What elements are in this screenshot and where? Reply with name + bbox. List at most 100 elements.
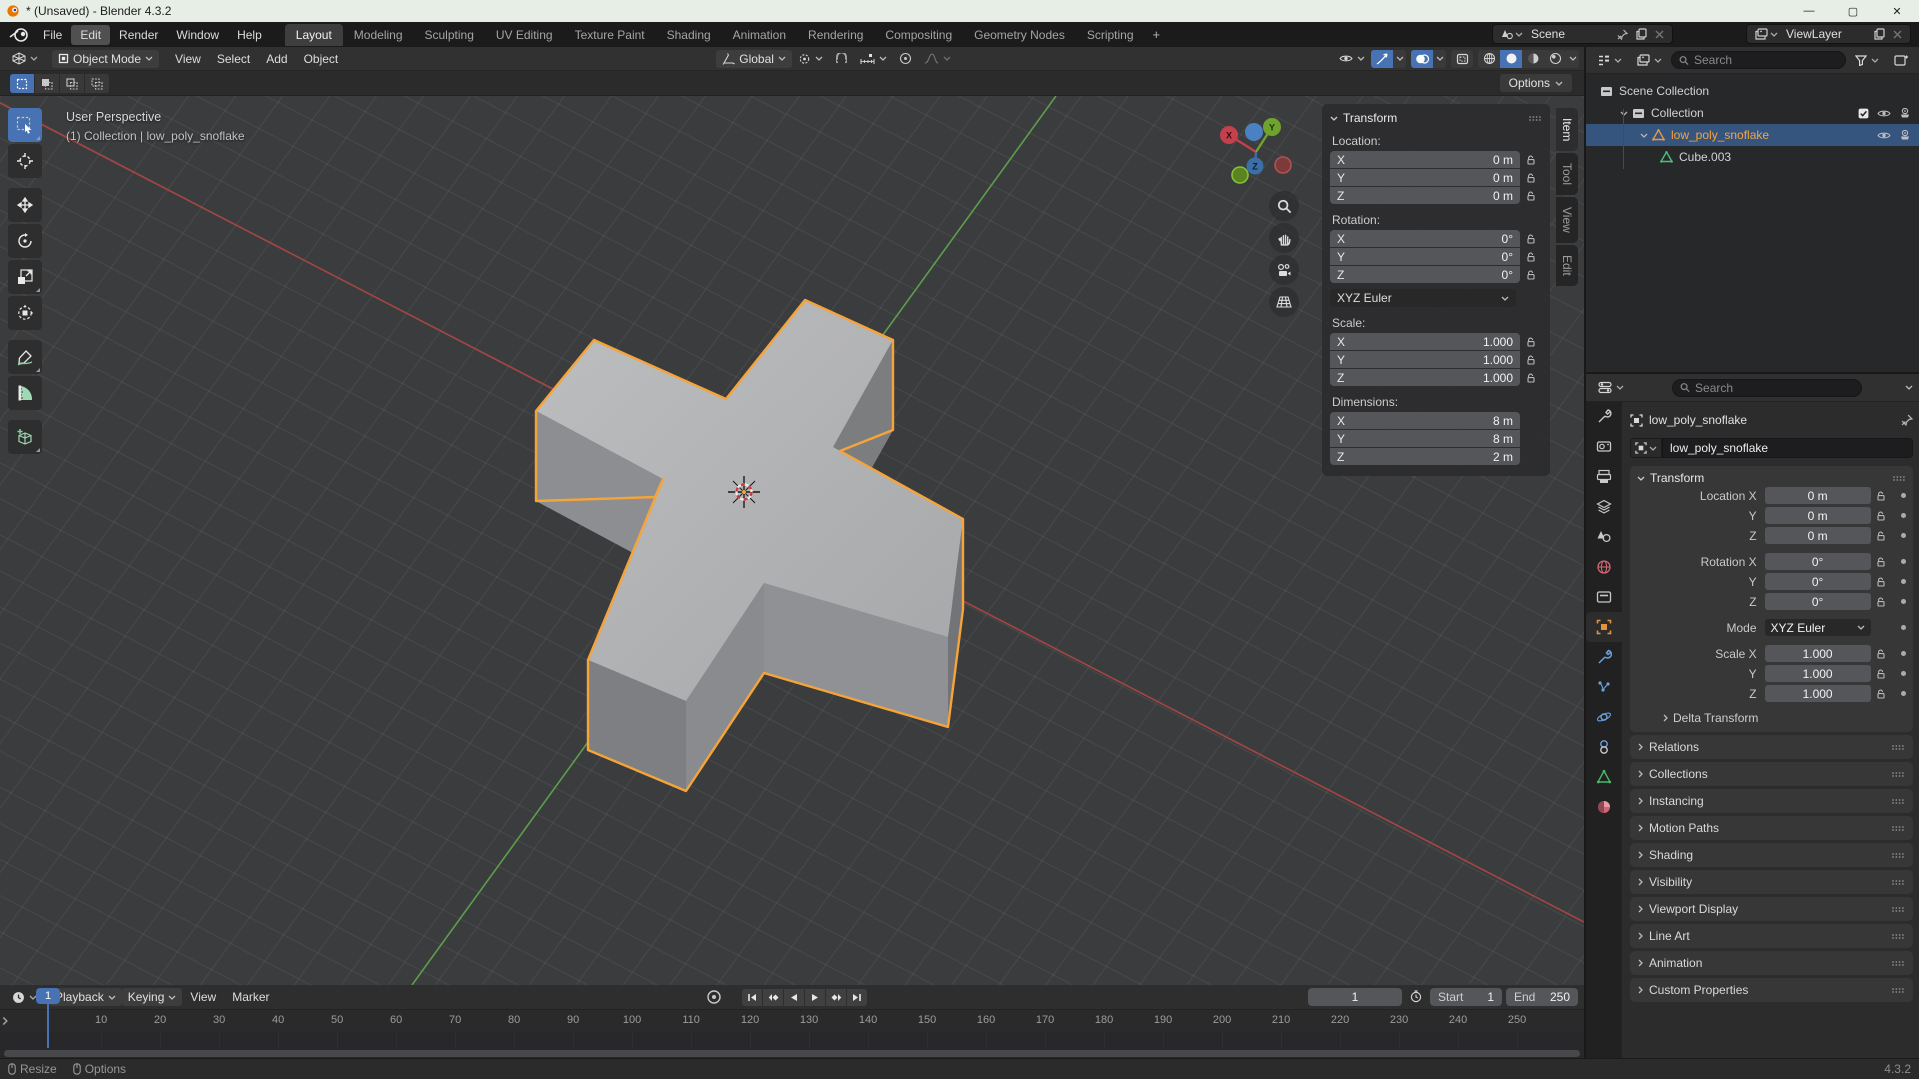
select-mode-subtract[interactable] — [60, 74, 84, 93]
outliner-filter-button[interactable] — [1849, 53, 1885, 68]
lock-icon[interactable] — [1520, 155, 1542, 165]
properties-tab-physics[interactable] — [1586, 702, 1622, 732]
animate-dot[interactable] — [1901, 671, 1906, 676]
menu-render[interactable]: Render — [110, 25, 167, 45]
workspace-tab-compositing[interactable]: Compositing — [874, 24, 963, 46]
hide-eye-icon[interactable] — [1877, 131, 1891, 140]
xray-toggle[interactable] — [1451, 50, 1473, 68]
animate-dot[interactable] — [1901, 599, 1906, 604]
scene-selector[interactable]: Scene — [1492, 24, 1673, 44]
rotation-mode-dropdown[interactable]: XYZ Euler — [1330, 289, 1516, 307]
select-mode-intersect[interactable] — [85, 74, 109, 93]
viewlayer-name[interactable]: ViewLayer — [1782, 27, 1870, 41]
value-field[interactable]: Z2 m — [1330, 448, 1520, 465]
outliner-display-mode-button[interactable] — [1591, 53, 1628, 68]
panel-animation[interactable]: Animation — [1630, 951, 1913, 975]
shading-material-button[interactable] — [1522, 50, 1544, 68]
workspace-tab-rendering[interactable]: Rendering — [797, 24, 874, 46]
panel-motion-paths[interactable]: Motion Paths — [1630, 816, 1913, 840]
options-dropdown[interactable]: Options — [1500, 74, 1572, 92]
animate-dot[interactable] — [1901, 651, 1906, 656]
scene-icon[interactable] — [1497, 29, 1527, 40]
outliner-row-scene collection[interactable]: Scene Collection — [1586, 80, 1919, 102]
menu-file[interactable]: File — [34, 25, 71, 45]
object-id-icon[interactable] — [1630, 438, 1662, 458]
overlays-toggle[interactable] — [1411, 50, 1433, 68]
snap-toggle[interactable] — [829, 51, 854, 66]
proportional-editing-toggle[interactable] — [893, 50, 918, 67]
expand-icon[interactable] — [1640, 133, 1648, 138]
tool-rotate[interactable] — [8, 224, 42, 258]
lock-icon[interactable] — [1520, 191, 1542, 201]
proportional-falloff-dropdown[interactable] — [918, 51, 957, 66]
properties-search-input[interactable] — [1695, 381, 1854, 395]
panel-shading[interactable]: Shading — [1630, 843, 1913, 867]
panel-instancing[interactable]: Instancing — [1630, 789, 1913, 813]
lock-icon[interactable] — [1871, 669, 1893, 679]
current-frame-badge[interactable]: 1 — [36, 988, 60, 1004]
breadcrumb-object-name[interactable]: low_poly_snoflake — [1649, 413, 1747, 427]
workspace-tab-shading[interactable]: Shading — [656, 24, 722, 46]
tool-annotate[interactable] — [8, 340, 42, 374]
animate-dot[interactable] — [1901, 559, 1906, 564]
sidebar-tab-item[interactable]: Item — [1556, 108, 1578, 151]
value-field[interactable]: Z1.000 — [1330, 369, 1520, 386]
tool-cursor[interactable] — [8, 144, 42, 178]
gizmos-dropdown[interactable] — [1393, 50, 1406, 68]
outliner-filter-display-button[interactable] — [1631, 52, 1668, 68]
animate-dot[interactable] — [1901, 579, 1906, 584]
add-workspace-button[interactable]: + — [1145, 27, 1169, 42]
mode-dropdown[interactable]: Object Mode — [52, 50, 159, 68]
viewport-menu-add[interactable]: Add — [258, 50, 295, 68]
lock-icon[interactable] — [1871, 531, 1893, 541]
menu-edit[interactable]: Edit — [71, 25, 110, 45]
panel-collections[interactable]: Collections — [1630, 762, 1913, 786]
gizmos-toggle[interactable] — [1371, 50, 1393, 68]
workspace-tab-sculpting[interactable]: Sculpting — [414, 24, 485, 46]
workspace-tab-layout[interactable]: Layout — [285, 24, 343, 46]
properties-tab-collection[interactable] — [1586, 582, 1622, 612]
timeline-scrollbar[interactable] — [4, 1050, 1580, 1057]
animate-dot[interactable] — [1901, 513, 1906, 518]
workspace-tab-modeling[interactable]: Modeling — [343, 24, 414, 46]
select-mode-set[interactable] — [10, 74, 34, 93]
lock-icon[interactable] — [1871, 491, 1893, 501]
animate-dot[interactable] — [1901, 691, 1906, 696]
value-field[interactable]: Y1.000 — [1330, 351, 1520, 368]
value-field[interactable]: 0° — [1765, 553, 1871, 570]
viewlayer-icon[interactable] — [1751, 28, 1782, 40]
value-field[interactable]: 1.000 — [1765, 645, 1871, 662]
tool-move[interactable] — [8, 188, 42, 222]
properties-tab-render[interactable] — [1586, 432, 1622, 462]
shading-dropdown[interactable] — [1566, 50, 1579, 68]
tool-scale[interactable] — [8, 260, 42, 294]
pin-id-icon[interactable] — [1901, 414, 1913, 426]
maximize-button[interactable]: ▢ — [1831, 0, 1875, 22]
orthographic-toggle-icon[interactable] — [1269, 287, 1299, 317]
value-field[interactable]: Z0° — [1330, 266, 1520, 283]
current-frame-line[interactable] — [47, 1004, 49, 1048]
hide-eye-icon[interactable] — [1877, 109, 1891, 118]
pivot-point-dropdown[interactable] — [792, 51, 829, 67]
outliner-search[interactable] — [1671, 51, 1846, 69]
scene-name[interactable]: Scene — [1527, 27, 1613, 41]
viewport-menu-view[interactable]: View — [167, 50, 209, 68]
timeline-expand-icon[interactable] — [2, 1016, 8, 1026]
auto-keying-toggle[interactable] — [706, 989, 722, 1005]
lock-icon[interactable] — [1871, 649, 1893, 659]
properties-tab-data[interactable] — [1586, 762, 1622, 792]
tool-transform[interactable] — [8, 296, 42, 330]
lock-icon[interactable] — [1520, 355, 1542, 365]
navigation-gizmo[interactable]: X Y Z — [1220, 118, 1291, 183]
new-scene-icon[interactable] — [1632, 28, 1651, 40]
lock-icon[interactable] — [1520, 173, 1542, 183]
object-name-input[interactable] — [1662, 438, 1913, 458]
menu-help[interactable]: Help — [228, 25, 271, 45]
disable-render-icon[interactable] — [1899, 108, 1911, 118]
start-frame-field[interactable]: Start1 — [1430, 988, 1502, 1006]
workspace-tab-scripting[interactable]: Scripting — [1076, 24, 1145, 46]
value-field[interactable]: X8 m — [1330, 412, 1520, 429]
value-field[interactable]: X0° — [1330, 230, 1520, 247]
outliner-row-low_poly_snoflake[interactable]: low_poly_snoflake — [1586, 124, 1919, 146]
delta-transform-subpanel[interactable]: Delta Transform — [1663, 711, 1906, 725]
